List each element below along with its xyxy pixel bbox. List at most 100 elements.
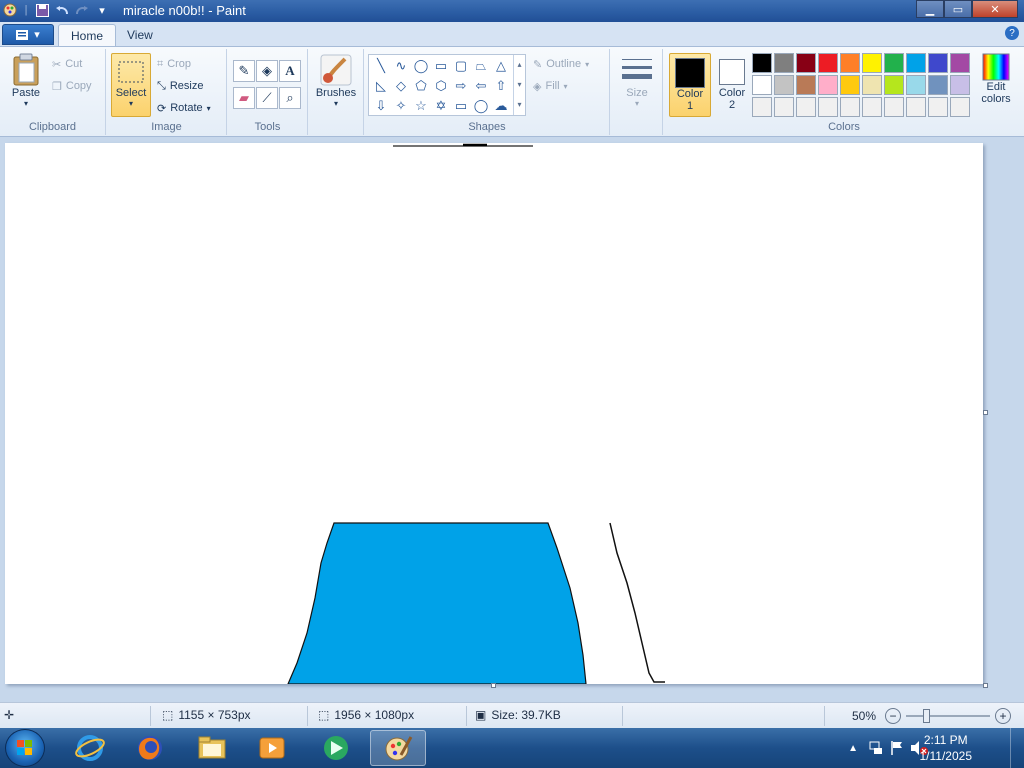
- close-button[interactable]: ✕: [972, 0, 1018, 18]
- select-button[interactable]: Select ▾: [111, 53, 151, 117]
- resize-handle-bottom[interactable]: [491, 683, 496, 688]
- action-center-flag-icon[interactable]: [890, 740, 904, 756]
- down-arrow-shape-icon[interactable]: ⇩: [371, 96, 391, 116]
- color-picker-icon[interactable]: ⟋: [256, 87, 278, 109]
- palette-swatch[interactable]: [862, 97, 882, 117]
- pentagon-shape-icon[interactable]: ⬠: [411, 76, 431, 96]
- palette-swatch[interactable]: [950, 75, 970, 95]
- palette-swatch[interactable]: [774, 53, 794, 73]
- start-button[interactable]: [5, 729, 45, 767]
- palette-swatch[interactable]: [928, 53, 948, 73]
- cut-button[interactable]: ✂ Cut: [52, 55, 82, 73]
- left-arrow-shape-icon[interactable]: ⇦: [471, 76, 491, 96]
- palette-swatch[interactable]: [752, 97, 772, 117]
- right-triangle-shape-icon[interactable]: ◺: [371, 76, 391, 96]
- tab-home[interactable]: Home: [58, 24, 117, 46]
- fill-button[interactable]: ◈ Fill ▾: [533, 77, 568, 95]
- palette-swatch[interactable]: [862, 75, 882, 95]
- brushes-button[interactable]: Brushes ▾: [313, 53, 359, 108]
- palette-swatch[interactable]: [884, 53, 904, 73]
- six-point-star-shape-icon[interactable]: ✡: [431, 96, 451, 116]
- undo-icon[interactable]: [54, 2, 70, 18]
- zoom-slider[interactable]: [906, 708, 991, 724]
- palette-swatch[interactable]: [796, 97, 816, 117]
- customize-qat-chevron-icon[interactable]: ▾: [94, 2, 110, 18]
- palette-swatch[interactable]: [840, 53, 860, 73]
- palette-swatch[interactable]: [796, 53, 816, 73]
- pencil-icon[interactable]: ✎: [233, 60, 255, 82]
- size-button[interactable]: Size ▾: [617, 55, 657, 108]
- triangle-shape-icon[interactable]: △: [491, 56, 511, 76]
- resize-handle-right[interactable]: [983, 410, 988, 415]
- media-player-icon[interactable]: [244, 730, 300, 766]
- paint-app-icon[interactable]: [2, 2, 18, 18]
- tab-view[interactable]: View: [115, 24, 165, 46]
- palette-swatch[interactable]: [884, 75, 904, 95]
- palette-swatch[interactable]: [928, 97, 948, 117]
- clock[interactable]: 2:11 PM 1/11/2025: [920, 732, 973, 764]
- palette-swatch[interactable]: [906, 97, 926, 117]
- outline-button[interactable]: ✎ Outline ▾: [533, 55, 589, 73]
- palette-swatch[interactable]: [818, 97, 838, 117]
- rect-callout-shape-icon[interactable]: ▭: [451, 96, 471, 116]
- palette-swatch[interactable]: [950, 97, 970, 117]
- color1-button[interactable]: Color 1: [669, 53, 711, 117]
- right-arrow-shape-icon[interactable]: ⇨: [451, 76, 471, 96]
- palette-swatch[interactable]: [774, 75, 794, 95]
- magnifier-icon[interactable]: ⌕: [279, 87, 301, 109]
- internet-explorer-icon[interactable]: [62, 730, 118, 766]
- hexagon-shape-icon[interactable]: ⬡: [431, 76, 451, 96]
- crop-button[interactable]: ⌗ Crop: [157, 55, 191, 73]
- text-icon[interactable]: A: [279, 60, 301, 82]
- copy-button[interactable]: ❐ Copy: [52, 77, 92, 95]
- rectangle-shape-icon[interactable]: ▭: [431, 56, 451, 76]
- save-icon[interactable]: [34, 2, 50, 18]
- show-hidden-icons-icon[interactable]: ▲: [848, 743, 858, 754]
- eraser-icon[interactable]: ▰: [233, 87, 255, 109]
- edit-colors-button[interactable]: Edit colors: [976, 53, 1016, 105]
- palette-swatch[interactable]: [862, 53, 882, 73]
- palette-swatch[interactable]: [796, 75, 816, 95]
- show-desktop-button[interactable]: [1010, 728, 1024, 768]
- oval-shape-icon[interactable]: ◯: [411, 56, 431, 76]
- palette-swatch[interactable]: [884, 97, 904, 117]
- palette-swatch[interactable]: [928, 75, 948, 95]
- file-explorer-icon[interactable]: [184, 730, 240, 766]
- polygon-shape-icon[interactable]: ⏢: [471, 56, 491, 76]
- resize-button[interactable]: ⤡ Resize: [157, 77, 203, 95]
- rounded-rectangle-shape-icon[interactable]: ▢: [451, 56, 471, 76]
- drawing-canvas[interactable]: [5, 143, 983, 684]
- redo-icon[interactable]: [74, 2, 90, 18]
- zoom-slider-thumb[interactable]: [923, 709, 931, 723]
- up-arrow-shape-icon[interactable]: ⇧: [491, 76, 511, 96]
- paint-menu-button[interactable]: ▾: [2, 24, 54, 45]
- app-icon[interactable]: [308, 730, 364, 766]
- paint-icon[interactable]: [370, 730, 426, 766]
- network-icon[interactable]: [868, 740, 884, 756]
- color2-button[interactable]: Color 2: [714, 53, 750, 117]
- palette-swatch[interactable]: [818, 53, 838, 73]
- firefox-icon[interactable]: [122, 730, 178, 766]
- palette-swatch[interactable]: [752, 53, 772, 73]
- help-icon[interactable]: ?: [1005, 26, 1019, 40]
- oval-callout-shape-icon[interactable]: ◯: [471, 96, 491, 116]
- shapes-scroll[interactable]: ▴ ▾ ▾: [513, 55, 525, 115]
- fill-icon[interactable]: ◈: [256, 60, 278, 82]
- cloud-callout-shape-icon[interactable]: ☁: [491, 96, 511, 116]
- maximize-button[interactable]: ▭: [944, 0, 972, 18]
- rotate-button[interactable]: ⟳ Rotate ▾: [157, 99, 211, 117]
- curve-shape-icon[interactable]: ∿: [391, 56, 411, 76]
- minimize-button[interactable]: ▁: [916, 0, 944, 18]
- palette-swatch[interactable]: [752, 75, 772, 95]
- palette-swatch[interactable]: [906, 53, 926, 73]
- resize-handle-corner[interactable]: [983, 683, 988, 688]
- palette-swatch[interactable]: [840, 97, 860, 117]
- palette-swatch[interactable]: [950, 53, 970, 73]
- palette-swatch[interactable]: [774, 97, 794, 117]
- diamond-shape-icon[interactable]: ◇: [391, 76, 411, 96]
- palette-swatch[interactable]: [840, 75, 860, 95]
- five-point-star-shape-icon[interactable]: ☆: [411, 96, 431, 116]
- four-point-star-shape-icon[interactable]: ✧: [391, 96, 411, 116]
- zoom-out-button[interactable]: −: [885, 708, 902, 724]
- line-shape-icon[interactable]: ╲: [371, 56, 391, 76]
